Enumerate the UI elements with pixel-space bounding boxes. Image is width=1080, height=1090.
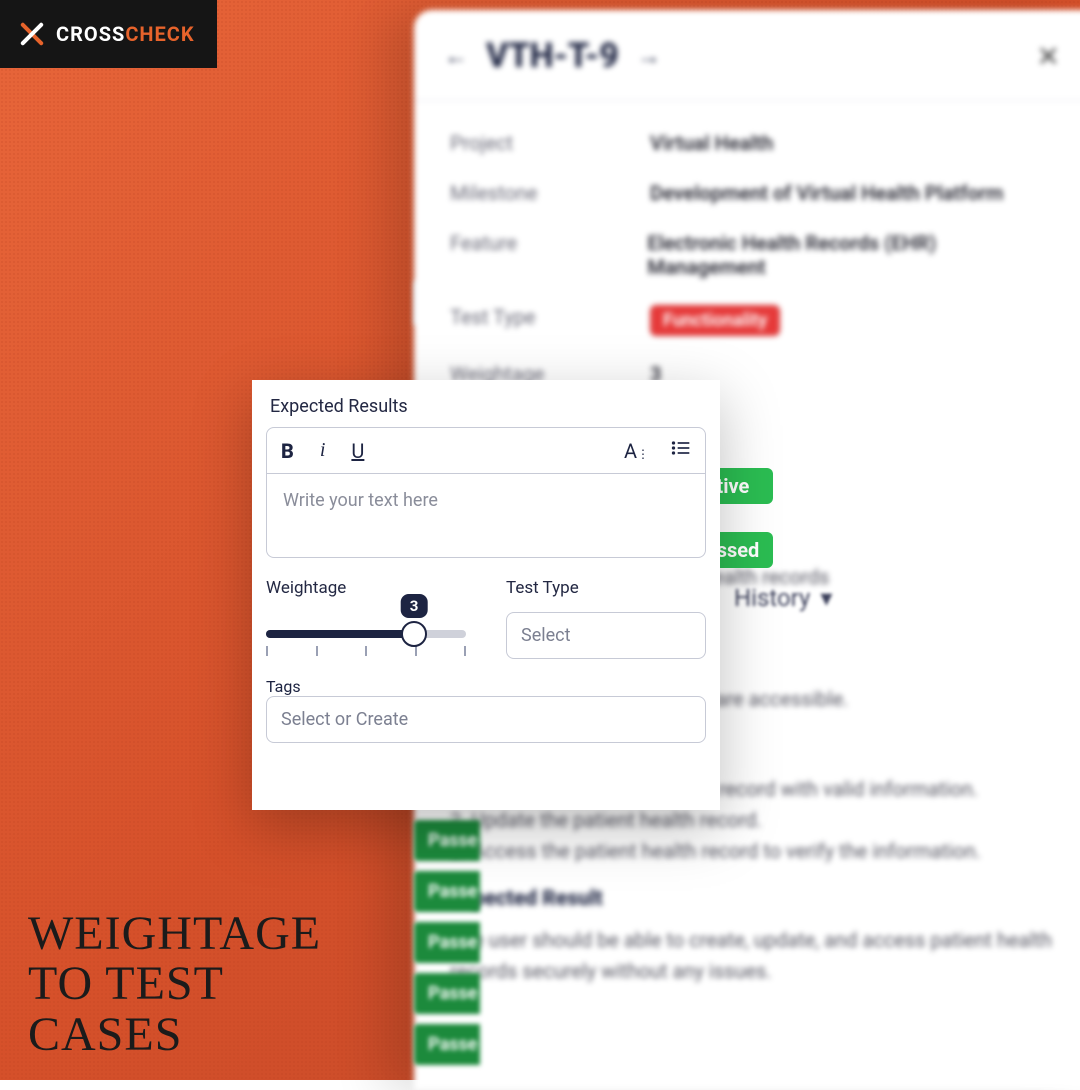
testtype-placeholder: Select (521, 625, 570, 646)
brand-text-1: CROSS (56, 22, 125, 46)
step-3: 3. Access the patient health record to v… (450, 836, 1054, 867)
brand-text-2: CHECK (125, 22, 194, 46)
testtype-badge: Functionality (650, 305, 780, 336)
test-id: VTH-T-9 (486, 36, 619, 76)
expected-results-input[interactable]: Write your text here (266, 474, 706, 558)
history-label[interactable]: History (734, 584, 810, 612)
brand-x-icon (18, 20, 46, 48)
next-arrow-icon[interactable]: → (637, 42, 661, 71)
prev-arrow-icon[interactable]: ← (444, 42, 468, 71)
close-icon[interactable]: ✕ (1037, 40, 1060, 73)
expected-text: The user should be able to create, updat… (450, 925, 1054, 987)
expected-results-label: Expected Results (270, 396, 702, 417)
slider-track[interactable] (266, 630, 466, 638)
passed-pill: Passe (414, 871, 480, 912)
caption-line-2: TO TEST (28, 959, 321, 1009)
weightage-slider[interactable]: 3 (266, 612, 466, 656)
caption-line-3: CASES (28, 1010, 321, 1060)
marketing-caption: WEIGHTAGE TO TEST CASES (28, 909, 321, 1060)
brand-bar: CROSSCHECK (0, 0, 217, 68)
underline-button[interactable]: U (351, 439, 364, 463)
weightage-label: Weightage (266, 578, 466, 598)
slider-value-bubble: 3 (401, 594, 428, 618)
passed-pill: Passe (414, 820, 480, 861)
meta-value: Electronic Health Records (EHR) Manageme… (647, 231, 1054, 279)
slider-fill (266, 630, 414, 638)
history-row: History ▾ ⋮ (734, 584, 1080, 612)
caption-line-1: WEIGHTAGE (28, 909, 321, 959)
passed-strip: Passe Passe Passe Passe Passe (414, 820, 480, 1075)
meta-value: Development of Virtual Health Platform (650, 181, 1003, 205)
chevron-down-icon[interactable]: ▾ (820, 584, 832, 612)
passed-pill: Passe (414, 973, 480, 1014)
tags-placeholder: Select or Create (281, 709, 408, 730)
tags-input[interactable]: Select or Create (266, 696, 706, 743)
brand-text: CROSSCHECK (56, 22, 195, 46)
meta-key: Project (450, 131, 650, 155)
testtype-label: Test Type (506, 578, 706, 598)
meta-key: Feature (450, 231, 647, 279)
tags-label: Tags (266, 677, 706, 696)
bold-button[interactable]: B (281, 439, 294, 463)
slider-ticks (266, 646, 466, 656)
fontsize-button[interactable]: A⋮ (624, 439, 649, 463)
testtype-select[interactable]: Select (506, 612, 706, 659)
editor-popout: Expected Results B i U A⋮ Write your tex… (252, 380, 720, 810)
passed-pill: Passe (414, 1024, 480, 1065)
meta-value: Virtual Health (650, 131, 773, 155)
rich-text-toolbar: B i U A⋮ (266, 427, 706, 474)
list-button[interactable] (671, 438, 691, 463)
expected-heading: Expected Result (450, 883, 1054, 916)
slider-thumb[interactable] (401, 621, 427, 647)
meta-key: Milestone (450, 181, 650, 205)
italic-button[interactable]: i (320, 439, 326, 462)
meta-key: Test Type (450, 305, 650, 336)
passed-pill: Passe (414, 922, 480, 963)
panel-header: ← VTH-T-9 → ✕ (414, 10, 1080, 101)
